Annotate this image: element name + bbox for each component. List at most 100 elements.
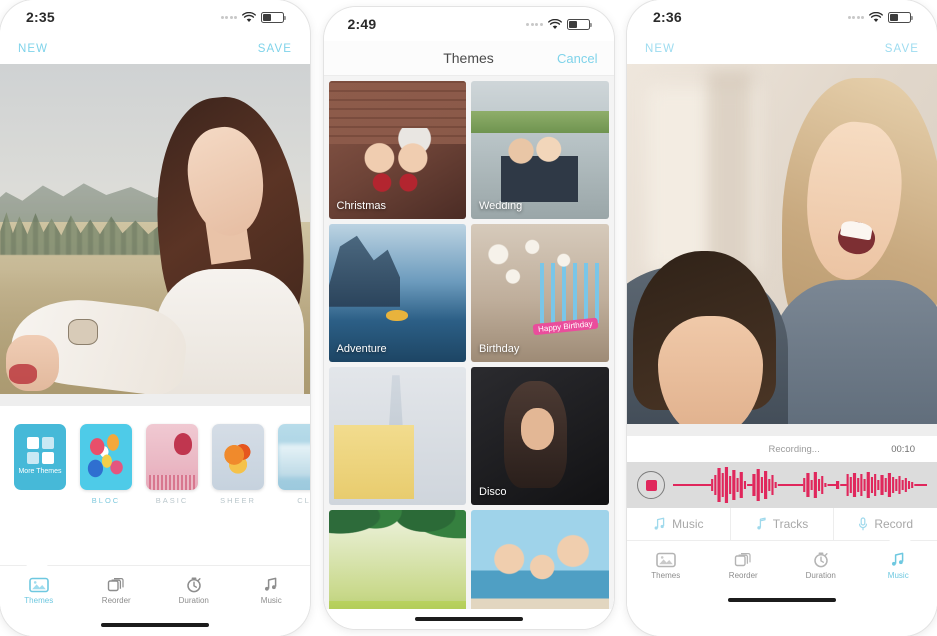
tab-label-themes: Themes	[651, 570, 681, 580]
panel-divider	[0, 394, 310, 406]
tab-label-duration: Duration	[178, 595, 209, 605]
music-notes-icon	[654, 517, 665, 530]
phone1-status-bar: 2:35	[0, 0, 310, 34]
wifi-icon	[242, 11, 256, 22]
theme-card-label: Christmas	[336, 200, 387, 212]
tab-label-reorder: Reorder	[728, 570, 758, 580]
battery-icon	[566, 18, 592, 30]
save-button[interactable]: SAVE	[258, 43, 292, 55]
status-indicators	[526, 18, 592, 30]
tab-reorder[interactable]: Reorder	[705, 551, 783, 580]
phone1-screen: 2:35 NEW SAVE More Themes BLOC BASIC SHE…	[0, 0, 310, 636]
audio-recorder-panel: Recording... 00:10 Music Tracks Record	[627, 436, 937, 540]
waveform-svg	[673, 467, 927, 503]
new-button[interactable]: NEW	[18, 43, 48, 55]
stack-icon	[735, 552, 751, 566]
tab-music[interactable]: Music	[233, 576, 311, 605]
tab-label-music: Music	[260, 595, 282, 605]
stopwatch-icon	[814, 551, 828, 567]
home-indicator	[0, 614, 310, 636]
theme-card-wedding[interactable]: Wedding	[471, 81, 609, 219]
theme-card-disco[interactable]: Disco	[471, 367, 609, 505]
theme-item-bloc[interactable]: BLOC	[80, 424, 132, 505]
phone2-screen: 2:49 Themes Cancel Christmas Wedding Adv…	[323, 7, 614, 629]
new-button[interactable]: NEW	[645, 43, 675, 55]
tab-themes[interactable]: Themes	[627, 551, 705, 580]
subject-female-jacket	[769, 280, 937, 424]
theme-carousel[interactable]: More Themes BLOC BASIC SHEER CL	[0, 406, 310, 565]
status-clock: 2:49	[347, 16, 377, 32]
theme-card-adventure[interactable]: Adventure	[328, 224, 466, 362]
status-indicators	[847, 11, 913, 23]
theme-thumb-bloc[interactable]	[80, 424, 132, 490]
screenshot-stage: 2:35 NEW SAVE More Themes BLOC BASIC SHE…	[0, 0, 937, 636]
theme-card-label: Disco	[479, 486, 507, 498]
theme-thumb-basic[interactable]	[146, 424, 198, 490]
tab-themes[interactable]: Themes	[0, 576, 78, 605]
phone1-nav-bar: NEW SAVE	[0, 34, 310, 64]
stop-record-button[interactable]	[637, 471, 665, 499]
themes-grid[interactable]: Christmas Wedding Adventure Happy Birthd…	[323, 76, 614, 609]
battery-icon	[888, 11, 913, 23]
tab-label-duration: Duration	[805, 570, 836, 580]
active-tab-caret	[889, 540, 911, 549]
save-button[interactable]: SAVE	[885, 43, 919, 55]
waveform-row	[627, 462, 937, 508]
phone-mockup-themes: 2:49 Themes Cancel Christmas Wedding Adv…	[323, 7, 614, 629]
segment-music[interactable]: Music	[627, 508, 731, 540]
more-themes-tile[interactable]: More Themes	[14, 424, 66, 490]
theme-card-romance[interactable]: Romance	[328, 367, 466, 505]
theme-card-birthday[interactable]: Happy Birthday Birthday	[471, 224, 609, 362]
theme-card-christmas[interactable]: Christmas	[328, 81, 466, 219]
theme-thumb-sheer[interactable]	[212, 424, 264, 490]
theme-item-more[interactable]: More Themes	[14, 424, 66, 496]
battery-icon	[261, 11, 286, 23]
phone2-status-bar: 2:49	[324, 7, 614, 41]
more-themes-label: More Themes	[18, 468, 62, 476]
music-note-icon	[892, 552, 904, 566]
theme-card-label: Romance	[336, 486, 384, 498]
theme-item-basic[interactable]: BASIC	[146, 424, 198, 505]
editor-photo-preview[interactable]	[627, 64, 937, 424]
tab-duration[interactable]: Duration	[155, 576, 233, 605]
themes-modal-header: Themes Cancel	[323, 41, 614, 76]
phone-mockup-editor: 2:35 NEW SAVE More Themes BLOC BASIC SHE…	[0, 0, 310, 636]
theme-card-beach[interactable]	[471, 510, 609, 609]
stop-square-icon	[645, 479, 657, 491]
phone1-tab-bar-wrap: Themes Reorder Duration Music	[0, 565, 310, 636]
active-tab-caret	[26, 565, 48, 574]
home-indicator	[323, 608, 614, 629]
subject-nails	[9, 364, 38, 385]
theme-thumb-cl[interactable]	[278, 424, 310, 490]
single-note-icon	[757, 517, 766, 530]
audio-source-segments[interactable]: Music Tracks Record	[627, 508, 937, 540]
recorder-status-row: Recording... 00:10	[627, 436, 937, 462]
status-clock: 2:36	[653, 9, 682, 25]
tab-duration[interactable]: Duration	[782, 551, 860, 580]
signal-dots-icon	[220, 15, 237, 19]
recording-elapsed-time: 00:10	[891, 443, 915, 455]
theme-label-sheer: SHEER	[220, 496, 256, 505]
segment-record[interactable]: Record	[834, 508, 937, 540]
cancel-button[interactable]: Cancel	[557, 51, 597, 66]
photo-icon	[655, 552, 676, 567]
theme-card-jungle[interactable]	[328, 510, 466, 609]
tab-reorder[interactable]: Reorder	[78, 576, 156, 605]
grid-squares-icon	[26, 437, 54, 465]
segment-label-tracks: Tracks	[772, 517, 809, 531]
status-clock: 2:35	[26, 9, 55, 25]
segment-tracks[interactable]: Tracks	[731, 508, 835, 540]
theme-item-sheer[interactable]: SHEER	[212, 424, 264, 505]
tab-music[interactable]: Music	[860, 551, 937, 580]
music-note-icon	[265, 577, 277, 591]
audio-waveform[interactable]	[673, 465, 927, 505]
stack-icon	[108, 577, 124, 591]
theme-label-basic: BASIC	[155, 496, 189, 505]
tab-label-reorder: Reorder	[101, 595, 131, 605]
editor-photo-preview[interactable]	[0, 64, 310, 394]
theme-label-cl: CL	[297, 496, 310, 505]
signal-dots-icon	[526, 22, 543, 26]
theme-item-cl[interactable]: CL	[278, 424, 310, 505]
subject-watch	[68, 319, 99, 345]
phone3-status-bar: 2:36	[627, 0, 937, 34]
